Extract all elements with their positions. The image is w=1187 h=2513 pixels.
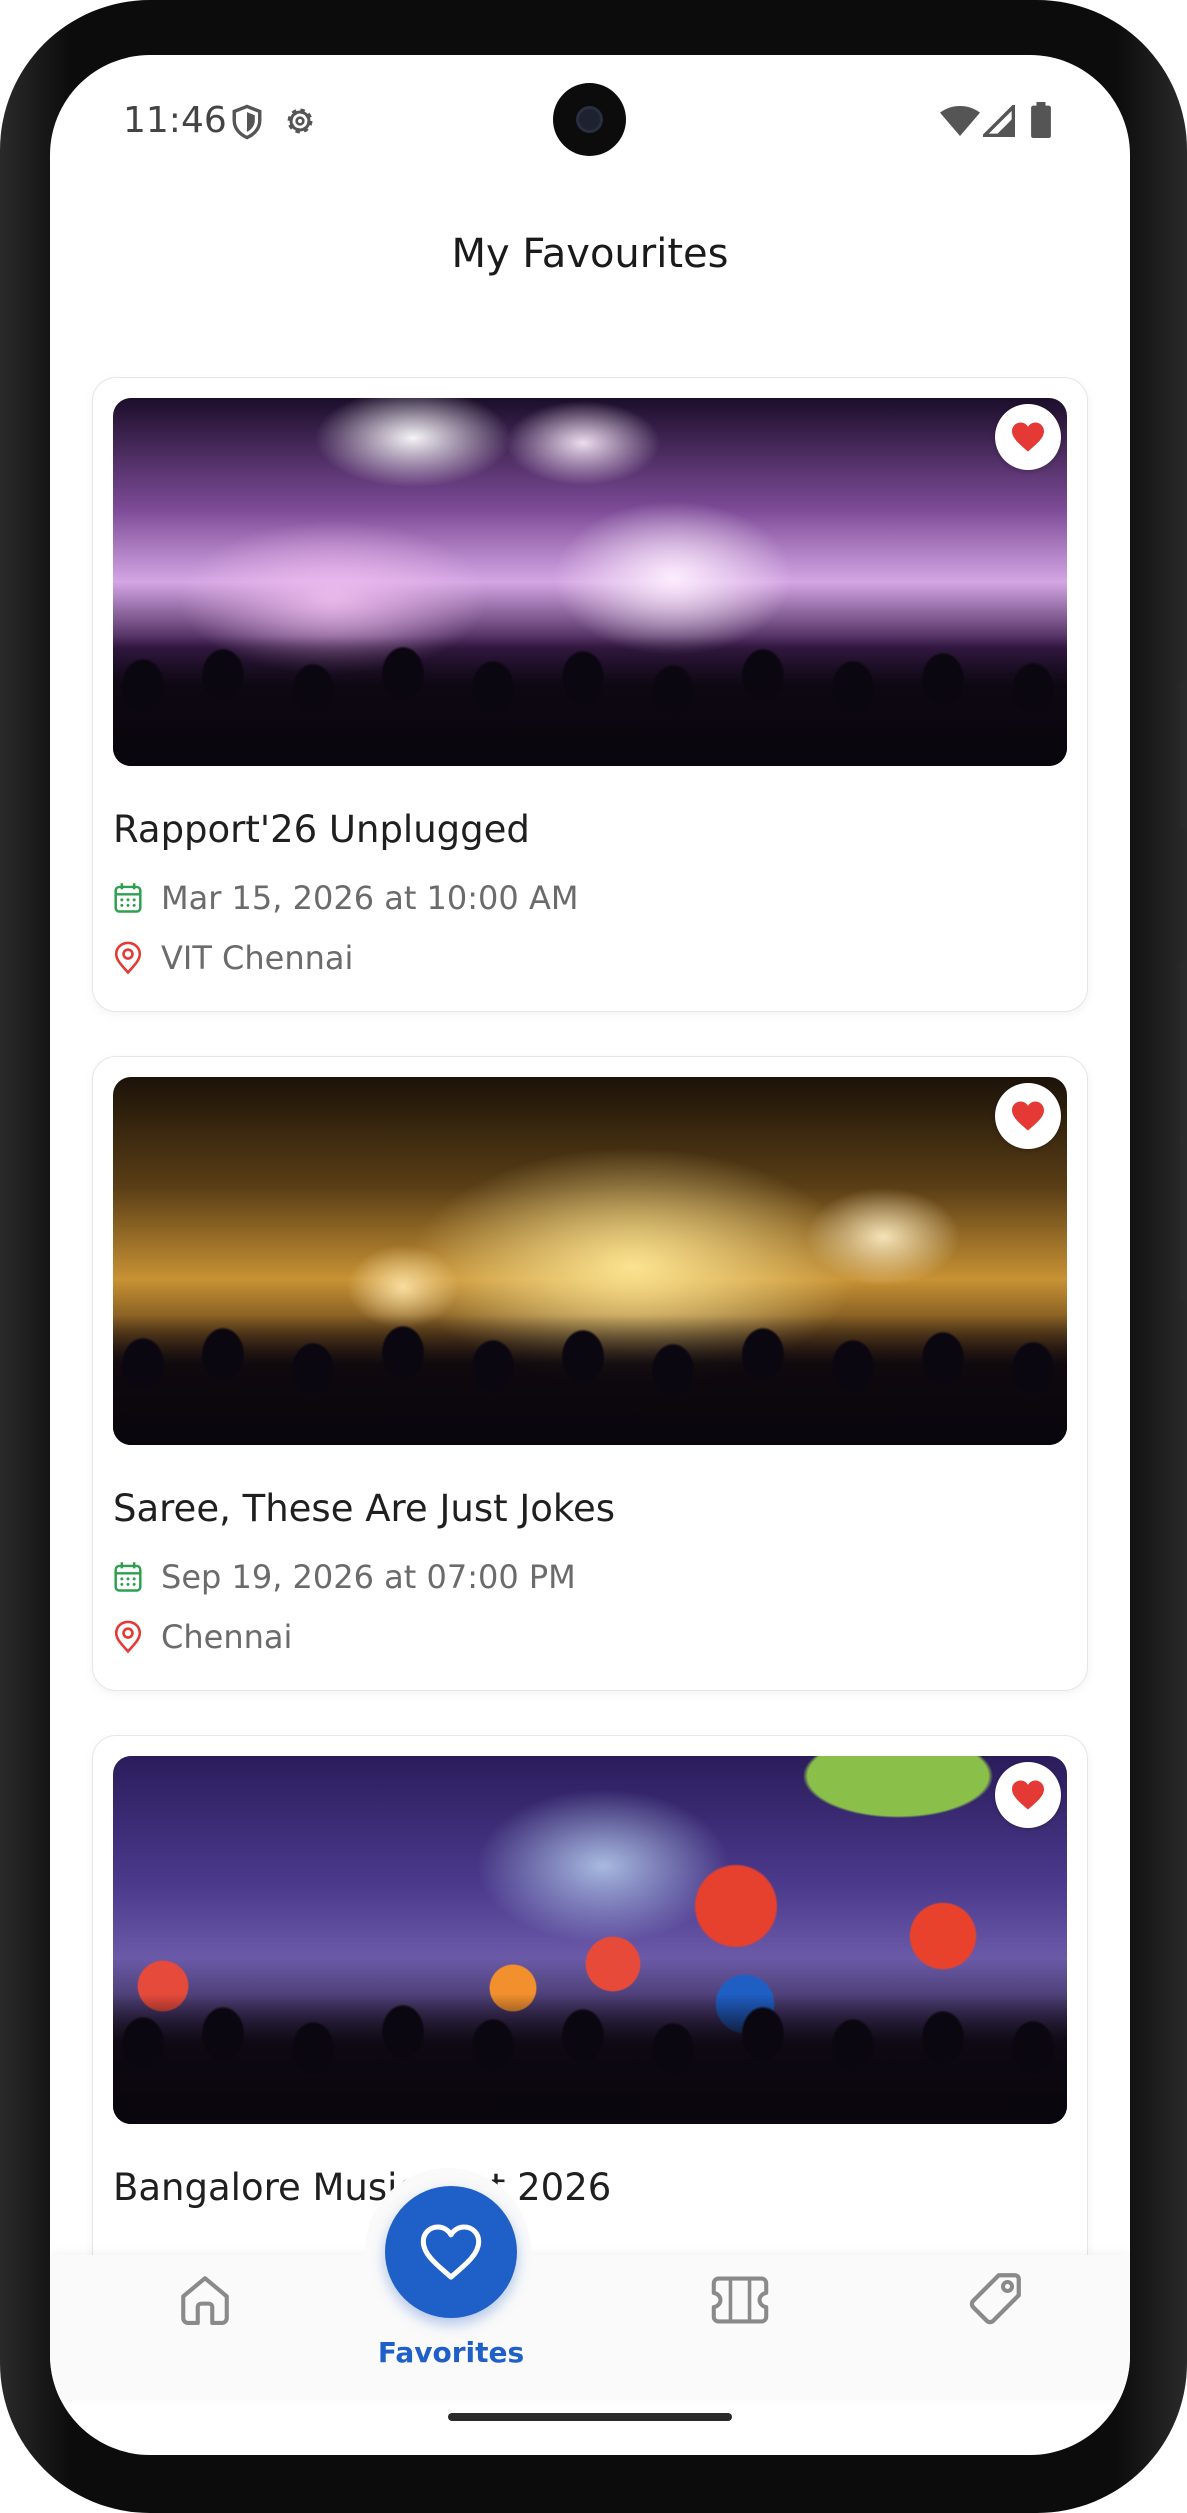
heart-icon xyxy=(1012,1780,1044,1810)
favorite-toggle[interactable] xyxy=(995,404,1061,470)
event-title: Rapport'26 Unplugged xyxy=(113,808,530,851)
event-image xyxy=(113,1077,1067,1445)
cell-signal-icon xyxy=(980,102,1016,141)
event-image xyxy=(113,398,1067,766)
crowd-silhouette xyxy=(113,1994,1067,2124)
calendar-icon xyxy=(114,883,142,913)
event-card[interactable]: Rapport'26 Unplugged Mar 15, 2026 at 10:… xyxy=(92,377,1088,1012)
nav-home[interactable] xyxy=(130,2255,280,2416)
phone-frame: 11:46 My Favourites Rapport'26 Unplugged… xyxy=(0,0,1187,2513)
front-camera xyxy=(553,83,626,156)
volume-button xyxy=(1180,960,1187,1300)
shield-icon xyxy=(230,103,264,145)
wifi-icon xyxy=(940,105,980,141)
page-title: My Favourites xyxy=(451,231,729,277)
event-card[interactable]: Saree, These Are Just Jokes Sep 19, 2026… xyxy=(92,1056,1088,1691)
event-date-row: Mar 15, 2026 at 10:00 AM xyxy=(113,878,578,918)
home-icon xyxy=(181,2276,229,2326)
nav-offers[interactable] xyxy=(920,2255,1070,2414)
favorite-toggle[interactable] xyxy=(995,1083,1061,1149)
event-card[interactable]: Bangalore Music Fest 2026 xyxy=(92,1735,1088,2297)
event-location-row: VIT Chennai xyxy=(113,938,353,978)
status-time: 11:46 xyxy=(123,100,227,141)
event-location-row: Chennai xyxy=(113,1617,292,1657)
event-location: VIT Chennai xyxy=(161,939,354,977)
favorite-toggle[interactable] xyxy=(995,1762,1061,1828)
status-bar: 11:46 xyxy=(50,55,1130,185)
nav-favorites-label: Favorites xyxy=(377,2336,525,2369)
crowd-silhouette xyxy=(113,1315,1067,1445)
heart-icon xyxy=(420,2224,482,2280)
app-screen: 11:46 My Favourites Rapport'26 Unplugged… xyxy=(50,55,1130,2455)
nav-favorites[interactable] xyxy=(385,2186,517,2318)
bottom-navigation xyxy=(50,2255,1130,2400)
calendar-icon xyxy=(114,1562,142,1592)
tag-icon xyxy=(969,2273,1021,2325)
heart-icon xyxy=(1012,1101,1044,1131)
event-date-row: Sep 19, 2026 at 07:00 PM xyxy=(113,1557,576,1597)
location-pin-icon xyxy=(114,1620,142,1654)
event-title: Bangalore Music Fest 2026 xyxy=(113,2166,612,2209)
event-title: Saree, These Are Just Jokes xyxy=(113,1487,616,1530)
event-datetime: Mar 15, 2026 at 10:00 AM xyxy=(161,879,579,917)
event-datetime: Sep 19, 2026 at 07:00 PM xyxy=(161,1558,576,1596)
battery-icon xyxy=(1030,102,1052,142)
heart-icon xyxy=(1012,422,1044,452)
nav-tickets[interactable] xyxy=(665,2255,815,2416)
location-pin-icon xyxy=(114,941,142,975)
event-image xyxy=(113,1756,1067,2124)
home-indicator[interactable] xyxy=(448,2413,732,2421)
crowd-silhouette xyxy=(113,636,1067,766)
gear-icon xyxy=(282,103,318,143)
ticket-icon xyxy=(711,2276,769,2324)
event-location: Chennai xyxy=(161,1618,293,1656)
power-button xyxy=(1180,680,1187,830)
